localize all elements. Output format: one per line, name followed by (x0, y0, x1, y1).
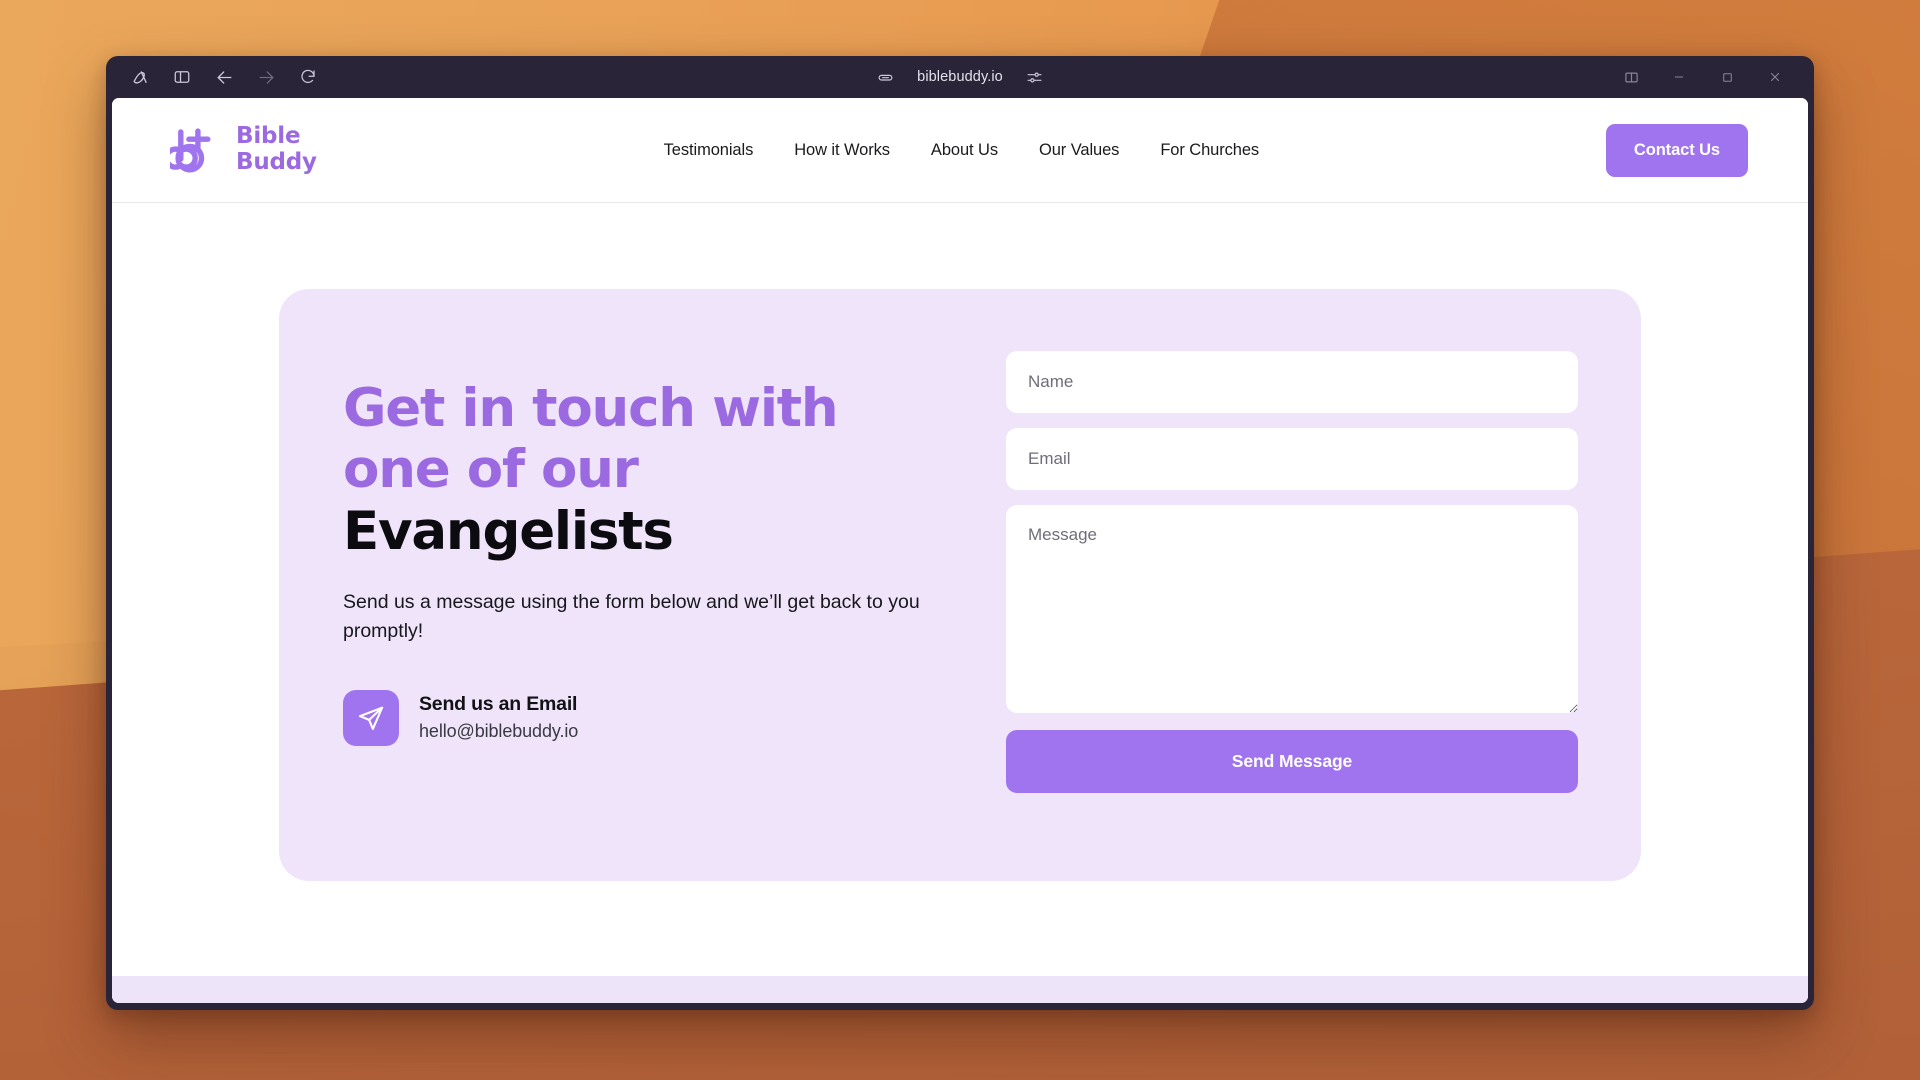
contact-info-column: Get in touch with one of our Evangelists… (343, 351, 928, 819)
page-viewport: Bible Buddy Testimonials How it Works Ab… (112, 98, 1808, 1003)
forward-arrow-icon[interactable] (256, 67, 276, 87)
main-content: Get in touch with one of our Evangelists… (112, 203, 1808, 1003)
desktop-background: biblebuddy.io Bible Buddy Testimonials H… (0, 0, 1920, 1080)
minimize-icon[interactable] (1670, 68, 1688, 86)
email-texts: Send us an Email hello@biblebuddy.io (419, 693, 578, 742)
address-bar-url[interactable]: biblebuddy.io (917, 69, 1003, 85)
brand-logo[interactable]: Bible Buddy (163, 123, 317, 177)
bible-buddy-logo-icon (163, 123, 224, 177)
nav-item-for-churches[interactable]: For Churches (1160, 141, 1259, 160)
email-block-address: hello@biblebuddy.io (419, 721, 579, 742)
send-message-button[interactable]: Send Message (1006, 730, 1578, 793)
heading-purple-part: Get in touch with one of our (343, 378, 839, 501)
heading-accent-part: Evangelists (343, 500, 674, 562)
contact-card: Get in touch with one of our Evangelists… (279, 289, 1641, 881)
nav-item-testimonials[interactable]: Testimonials (664, 141, 754, 160)
contact-subtext: Send us a message using the form below a… (343, 591, 920, 642)
contact-us-button[interactable]: Contact Us (1605, 123, 1748, 177)
split-view-icon[interactable] (1622, 68, 1640, 86)
nav-item-how-it-works[interactable]: How it Works (794, 141, 890, 160)
email-contact-block[interactable]: Send us an Email hello@biblebuddy.io (343, 689, 928, 746)
arc-browser-logo-icon[interactable] (130, 67, 150, 87)
sidebar-toggle-icon[interactable] (172, 67, 192, 87)
browser-toolbar-left (118, 67, 318, 87)
link-icon[interactable] (875, 67, 895, 87)
brand-name: Bible Buddy (236, 123, 317, 176)
message-input[interactable] (1006, 505, 1578, 713)
close-icon[interactable] (1766, 68, 1784, 86)
maximize-icon[interactable] (1718, 68, 1736, 86)
nav-item-our-values[interactable]: Our Values (1039, 141, 1119, 160)
email-block-title: Send us an Email (419, 693, 578, 716)
browser-address-area: biblebuddy.io (112, 67, 1808, 87)
name-input[interactable] (1006, 351, 1578, 413)
window-controls (1622, 68, 1802, 86)
site-header: Bible Buddy Testimonials How it Works Ab… (112, 98, 1808, 203)
reload-icon[interactable] (298, 67, 318, 87)
page-title: Get in touch with one of our Evangelists (343, 378, 928, 562)
main-navigation: Testimonials How it Works About Us Our V… (664, 141, 1260, 160)
back-arrow-icon[interactable] (214, 67, 234, 87)
brand-line-1: Bible (236, 123, 301, 150)
brand-line-2: Buddy (236, 149, 317, 175)
browser-titlebar: biblebuddy.io (112, 56, 1808, 98)
contact-form: Send Message (1006, 351, 1578, 819)
page-settings-icon[interactable] (1025, 67, 1045, 87)
email-input[interactable] (1006, 428, 1578, 490)
browser-window: biblebuddy.io Bible Buddy Testimonials H… (106, 56, 1814, 1010)
paper-plane-icon (343, 689, 399, 746)
nav-item-about-us[interactable]: About Us (931, 141, 998, 160)
next-section-peek (112, 976, 1808, 1003)
